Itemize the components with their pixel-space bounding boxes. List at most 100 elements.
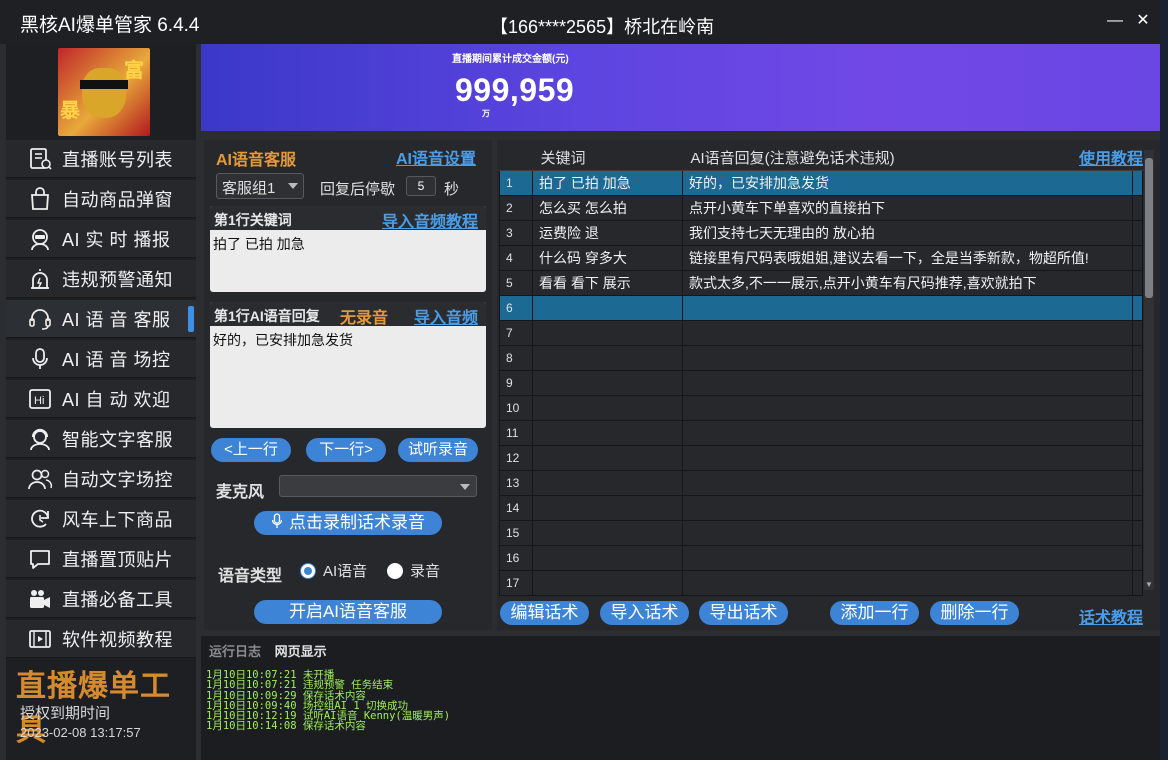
cell-extra[interactable] (1132, 469, 1143, 496)
cell-reply[interactable] (682, 519, 1133, 546)
radio-recording[interactable]: 录音 (387, 560, 440, 581)
cell-keyword[interactable]: 什么码 穿多大 (532, 244, 683, 271)
table-row[interactable]: 4 什么码 穿多大 链接里有尺码表哦姐姐,建议去看一下，全是当季新款，物超所值! (499, 244, 1143, 271)
cell-keyword[interactable]: 怎么买 怎么拍 (532, 194, 683, 221)
cell-row-number[interactable]: 8 (499, 344, 533, 371)
delete-row-button[interactable]: 删除一行 (930, 601, 1019, 625)
cell-reply[interactable] (682, 544, 1133, 571)
cell-reply[interactable] (682, 319, 1133, 346)
table-row[interactable]: 7 (499, 319, 1143, 346)
table-row[interactable]: 6 (499, 294, 1143, 321)
cell-row-number[interactable]: 4 (499, 244, 533, 271)
minimize-button[interactable]: — (1106, 12, 1124, 30)
table-row[interactable]: 10 (499, 394, 1143, 421)
table-row[interactable]: 14 (499, 494, 1143, 521)
cell-row-number[interactable]: 1 (499, 169, 533, 196)
voice-settings-link[interactable]: AI语音设置 (396, 145, 476, 169)
cell-reply[interactable]: 好的，已安排加急发货 (682, 169, 1133, 196)
cell-keyword[interactable] (532, 419, 683, 446)
cell-keyword[interactable]: 看看 看下 展示 (532, 269, 683, 296)
cell-row-number[interactable]: 6 (499, 294, 533, 321)
cell-extra[interactable] (1132, 419, 1143, 446)
cell-extra[interactable] (1132, 194, 1143, 221)
cell-extra[interactable] (1132, 544, 1143, 571)
cell-keyword[interactable] (532, 344, 683, 371)
cell-extra[interactable] (1132, 569, 1143, 596)
table-row[interactable]: 8 (499, 344, 1143, 371)
cell-row-number[interactable]: 7 (499, 319, 533, 346)
cell-keyword[interactable]: 运费险 退 (532, 219, 683, 246)
sidebar-item-ai-broadcast[interactable]: AI 实 时 播报 (6, 220, 196, 258)
cell-extra[interactable] (1132, 319, 1143, 346)
import-script-button[interactable]: 导入话术 (600, 601, 689, 625)
table-row[interactable]: 16 (499, 544, 1143, 571)
cell-extra[interactable] (1132, 269, 1143, 296)
import-audio-link[interactable]: 导入音频 (414, 304, 478, 328)
close-button[interactable]: ✕ (1134, 12, 1152, 30)
avatar[interactable]: 暴 富 (58, 48, 150, 136)
sidebar-item-live-tools[interactable]: 直播必备工具 (6, 580, 196, 618)
sidebar-item-account-list[interactable]: 直播账号列表 (6, 140, 196, 178)
cell-reply[interactable] (682, 344, 1133, 371)
cell-row-number[interactable]: 13 (499, 469, 533, 496)
import-audio-tutorial-link[interactable]: 导入音频教程 (382, 208, 478, 232)
tab-web-display[interactable]: 网页显示 (275, 644, 327, 659)
cell-keyword[interactable] (532, 494, 683, 521)
cell-row-number[interactable]: 5 (499, 269, 533, 296)
cell-row-number[interactable]: 9 (499, 369, 533, 396)
cell-keyword[interactable] (532, 394, 683, 421)
usage-tutorial-link[interactable]: 使用教程 (1079, 145, 1143, 169)
cell-row-number[interactable]: 14 (499, 494, 533, 521)
start-voice-service-button[interactable]: 开启AI语音客服 (254, 600, 442, 624)
cell-extra[interactable] (1132, 344, 1143, 371)
sidebar-item-text-control[interactable]: 自动文字场控 (6, 460, 196, 498)
cell-reply[interactable] (682, 294, 1133, 321)
script-tutorial-link[interactable]: 话术教程 (1079, 604, 1143, 628)
cell-extra[interactable] (1132, 519, 1143, 546)
cell-reply[interactable]: 点开小黄车下单喜欢的直接拍下 (682, 194, 1133, 221)
export-script-button[interactable]: 导出话术 (699, 601, 788, 625)
table-row[interactable]: 11 (499, 419, 1143, 446)
table-row[interactable]: 13 (499, 469, 1143, 496)
sidebar-item-ai-welcome[interactable]: Hi AI 自 动 欢迎 (6, 380, 196, 418)
table-row[interactable]: 1 拍了 已拍 加急 好的，已安排加急发货 (499, 169, 1143, 196)
listen-recording-button[interactable]: 试听录音 (398, 438, 478, 462)
table-row[interactable]: 17 (499, 569, 1143, 596)
cell-reply[interactable] (682, 394, 1133, 421)
table-row[interactable]: 3 运费险 退我们支持七天无理由的 放心拍 (499, 219, 1143, 246)
sidebar-item-pinned-sticker[interactable]: 直播置顶贴片 (6, 540, 196, 578)
cell-row-number[interactable]: 16 (499, 544, 533, 571)
table-scrollbar[interactable]: ▼ (1144, 150, 1154, 590)
prev-row-button[interactable]: <上一行 (211, 438, 291, 462)
cell-row-number[interactable]: 10 (499, 394, 533, 421)
sidebar-item-product-popup[interactable]: 自动商品弹窗 (6, 180, 196, 218)
next-row-button[interactable]: 下一行> (306, 438, 386, 462)
cell-keyword[interactable] (532, 444, 683, 471)
cell-keyword[interactable] (532, 519, 683, 546)
cell-extra[interactable] (1132, 294, 1143, 321)
scroll-down-icon[interactable]: ▼ (1144, 580, 1154, 590)
sidebar-item-product-switch[interactable]: 风车上下商品 (6, 500, 196, 538)
sidebar-item-ai-voice-service[interactable]: AI 语 音 客服 (6, 300, 196, 338)
cell-keyword[interactable] (532, 369, 683, 396)
cell-row-number[interactable]: 11 (499, 419, 533, 446)
cell-row-number[interactable]: 12 (499, 444, 533, 471)
cell-extra[interactable] (1132, 444, 1143, 471)
cell-row-number[interactable]: 15 (499, 519, 533, 546)
table-row[interactable]: 2 怎么买 怎么拍 点开小黄车下单喜欢的直接拍下 (499, 194, 1143, 221)
scrollbar-thumb[interactable] (1145, 158, 1153, 298)
sidebar-item-video-tutorial[interactable]: 软件视频教程 (6, 620, 196, 658)
cell-keyword[interactable] (532, 544, 683, 571)
service-group-select[interactable]: 客服组1 (216, 173, 304, 199)
cell-row-number[interactable]: 2 (499, 194, 533, 221)
cell-keyword[interactable]: 拍了 已拍 加急 (532, 169, 683, 196)
cell-reply[interactable]: 款式太多,不一一展示,点开小黄车有尺码推荐,喜欢就拍下 (682, 269, 1133, 296)
cell-row-number[interactable]: 3 (499, 219, 533, 246)
record-script-button[interactable]: 点击录制话术录音 (254, 511, 442, 535)
cell-reply[interactable]: 我们支持七天无理由的 放心拍 (682, 219, 1133, 246)
edit-script-button[interactable]: 编辑话术 (500, 601, 589, 625)
cell-keyword[interactable] (532, 469, 683, 496)
table-row[interactable]: 5 看看 看下 展示 款式太多,不一一展示,点开小黄车有尺码推荐,喜欢就拍下 (499, 269, 1143, 296)
table-row[interactable]: 15 (499, 519, 1143, 546)
cell-extra[interactable] (1132, 394, 1143, 421)
